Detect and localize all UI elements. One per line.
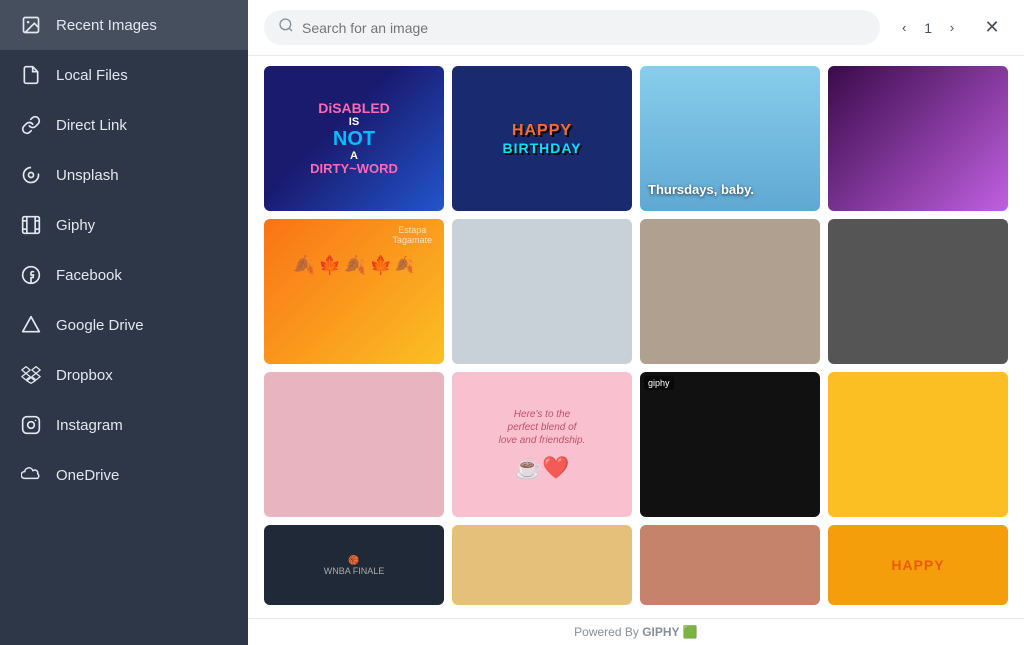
sidebar-item-direct-link[interactable]: Direct Link <box>0 100 248 150</box>
search-bar <box>264 10 880 45</box>
grid-row-3: Here's to theperfect blend oflove and fr… <box>264 372 1008 517</box>
page-number: 1 <box>924 20 932 36</box>
sidebar-item-onedrive[interactable]: OneDrive <box>0 450 248 500</box>
camera-icon <box>20 164 42 186</box>
sidebar-item-facebook[interactable]: Facebook <box>0 250 248 300</box>
close-button[interactable]: ✕ <box>976 12 1008 44</box>
sidebar-label-local-files: Local Files <box>56 67 128 84</box>
grid-cell-13[interactable]: 🏀WNBA FINALE <box>264 525 444 605</box>
grid-cell-7[interactable] <box>640 219 820 364</box>
grid-cell-3[interactable]: Thursdays, baby. <box>640 66 820 211</box>
sidebar-item-google-drive[interactable]: Google Drive <box>0 300 248 350</box>
main-header: ‹ 1 › ✕ <box>248 0 1024 56</box>
grid-cell-10[interactable]: Here's to theperfect blend oflove and fr… <box>452 372 632 517</box>
grid-cell-8[interactable] <box>828 219 1008 364</box>
pagination: ‹ 1 › <box>890 14 966 42</box>
sidebar-item-recent-images[interactable]: Recent Images <box>0 0 248 50</box>
film-icon <box>20 214 42 236</box>
main-content: ‹ 1 › ✕ DiSABLED IS NOT A DIRTY~WORD <box>248 0 1024 645</box>
facebook-icon <box>20 264 42 286</box>
sidebar-item-local-files[interactable]: Local Files <box>0 50 248 100</box>
grid-cell-16[interactable]: HAPPY <box>828 525 1008 605</box>
grid-cell-11[interactable]: giphy <box>640 372 820 517</box>
sidebar-label-google-drive: Google Drive <box>56 317 144 334</box>
sidebar-item-unsplash[interactable]: Unsplash <box>0 150 248 200</box>
grid-cell-15[interactable] <box>640 525 820 605</box>
sidebar-item-giphy[interactable]: Giphy <box>0 200 248 250</box>
prev-page-button[interactable]: ‹ <box>890 14 918 42</box>
grid-cell-6[interactable] <box>452 219 632 364</box>
grid-cell-5[interactable]: EstapaTagamate 🍂🍁 🍂🍁 🍂 <box>264 219 444 364</box>
giphy-badge: giphy <box>644 376 674 390</box>
sidebar-label-facebook: Facebook <box>56 267 122 284</box>
grid-cell-9[interactable] <box>264 372 444 517</box>
sidebar-label-instagram: Instagram <box>56 417 123 434</box>
drive-icon <box>20 314 42 336</box>
image-icon <box>20 14 42 36</box>
search-input[interactable] <box>302 20 866 36</box>
grid-cell-12[interactable] <box>828 372 1008 517</box>
grid-cell-2[interactable]: HAPPY BIRTHDAY <box>452 66 632 211</box>
onedrive-icon <box>20 464 42 486</box>
sidebar-label-recent-images: Recent Images <box>56 17 157 34</box>
instagram-icon <box>20 414 42 436</box>
sidebar-label-direct-link: Direct Link <box>56 117 127 134</box>
sidebar: Recent Images Local Files Direct Link Un… <box>0 0 248 645</box>
grid-cell-4[interactable] <box>828 66 1008 211</box>
link-icon <box>20 114 42 136</box>
grid-cell-14[interactable] <box>452 525 632 605</box>
next-page-button[interactable]: › <box>938 14 966 42</box>
grid-row-2: EstapaTagamate 🍂🍁 🍂🍁 🍂 <box>264 219 1008 364</box>
grid-row-1: DiSABLED IS NOT A DIRTY~WORD HAPPY BIRTH… <box>264 66 1008 211</box>
dropbox-icon <box>20 364 42 386</box>
main-footer: Powered By GIPHY 🟩 <box>248 618 1024 645</box>
search-icon <box>278 17 294 38</box>
giphy-logo: GIPHY <box>642 625 679 639</box>
sidebar-item-instagram[interactable]: Instagram <box>0 400 248 450</box>
sidebar-label-unsplash: Unsplash <box>56 167 119 184</box>
file-icon <box>20 64 42 86</box>
grid-row-4: 🏀WNBA FINALE HAPPY <box>264 525 1008 605</box>
grid-cell-1[interactable]: DiSABLED IS NOT A DIRTY~WORD <box>264 66 444 211</box>
image-grid: DiSABLED IS NOT A DIRTY~WORD HAPPY BIRTH… <box>248 56 1024 618</box>
sidebar-label-giphy: Giphy <box>56 217 95 234</box>
footer-text: Powered By GIPHY 🟩 <box>574 625 698 639</box>
sidebar-label-dropbox: Dropbox <box>56 367 113 384</box>
sidebar-label-onedrive: OneDrive <box>56 467 119 484</box>
sidebar-item-dropbox[interactable]: Dropbox <box>0 350 248 400</box>
